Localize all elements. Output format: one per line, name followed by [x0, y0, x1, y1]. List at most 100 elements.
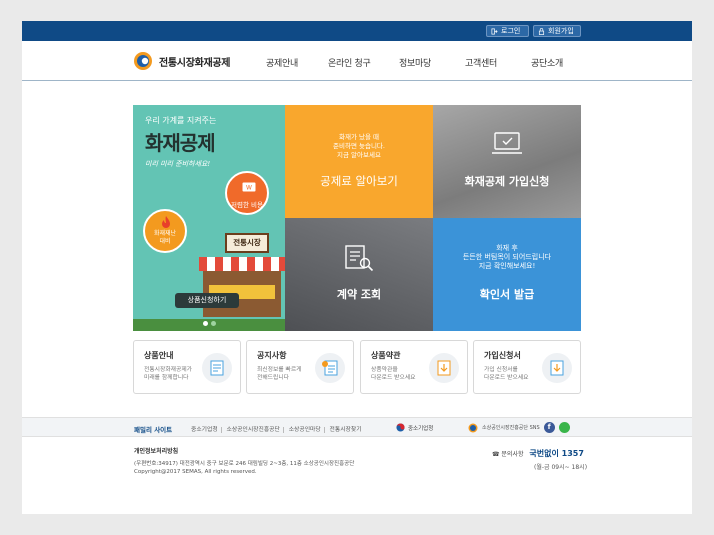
card-desc: 상품약관을 다운로드 받으세요	[371, 367, 416, 381]
contact-number: 국번없이 1357	[529, 449, 584, 458]
contact-info: ☎ 문의사항 국번없이 1357	[492, 448, 584, 459]
svg-text:W: W	[246, 185, 252, 192]
site-footer: 개인정보처리방침 (우편번호:34917) 대전광역시 중구 보문로 246 대…	[22, 438, 692, 514]
facebook-icon[interactable]: f	[543, 422, 555, 433]
lock-icon	[538, 27, 545, 35]
fire-badge-line1: 화재재난	[153, 230, 177, 237]
top-utility-bar: 로그인 회원가입	[22, 21, 692, 41]
card-title: 상품약관	[371, 351, 401, 360]
chat-icon[interactable]	[558, 422, 570, 433]
apply-tile-title: 화재공제 가입신청	[464, 175, 550, 188]
login-button[interactable]: 로그인	[486, 25, 529, 37]
login-icon	[491, 28, 498, 34]
premium-info-copy: 화재가 났을 때 준비하면 늦습니다. 지금 알아보세요	[285, 133, 433, 160]
family-link-smba[interactable]: 중소기업청	[188, 427, 222, 433]
nav-product-guide[interactable]: 공제안내	[266, 56, 298, 69]
card-desc: 가입 신청서를 다운로드 받으세요	[484, 367, 529, 381]
card-desc: 최신정보를 빠르게 전해드립니다	[257, 367, 302, 381]
card-title: 공지사항	[257, 351, 287, 360]
card-application-form[interactable]: 가입신청서 가입 신청서를 다운로드 받으세요	[473, 340, 581, 394]
card-notice[interactable]: 공지사항 최신정보를 빠르게 전해드립니다	[246, 340, 354, 394]
promo-handwritten: 미리 미리 준비하세요!	[145, 160, 211, 168]
shop-sign: 전통시장	[225, 233, 269, 253]
download-doc-icon	[437, 360, 451, 376]
footer-address-block: (우편번호:34917) 대전광역시 중구 보문로 246 대림빌딩 2~3층,…	[134, 460, 354, 476]
family-site-links: 중소기업청 소상공인시장진흥공단 소상공인마당 전통시장찾기	[188, 424, 365, 433]
awning	[199, 257, 285, 271]
product-apply-button[interactable]: 상품신청하기	[175, 293, 239, 308]
hero-grid: 우리 가계를 지켜주는 화재공제 미리 미리 준비하세요! W 저렴한 비용 화…	[133, 105, 581, 331]
card-product-guide[interactable]: 상품안내 전통시장화재공제가 미래를 함께합니다	[133, 340, 241, 394]
fire-badge-label: 화재재난 대비	[145, 230, 185, 246]
certificate-title: 확인서 발급	[479, 288, 535, 301]
card-desc: 전통시장화재공제가 미래를 함께합니다	[144, 367, 192, 381]
contact-label: 문의사항	[501, 451, 524, 458]
certificate-copy-line3: 지금 확인해보세요!	[478, 262, 536, 270]
quick-links: 상품안내 전통시장화재공제가 미래를 함께합니다 공지사항 최신정보를 빠르게 전해…	[133, 340, 581, 394]
cost-badge-label: 저렴한 비용	[231, 201, 263, 209]
site-header: 전통시장화재공제 공제안내 온라인 청구 정보마당 고객센터 공단소개	[22, 41, 692, 81]
cost-badge: W 저렴한 비용	[225, 171, 269, 215]
family-site-title: 패밀리 사이트	[134, 426, 173, 434]
signup-button[interactable]: 회원가입	[533, 25, 581, 37]
taegeuk-icon	[396, 423, 405, 432]
nav-about[interactable]: 공단소개	[531, 56, 563, 69]
slider-dot-active[interactable]	[203, 321, 208, 326]
slider-dot[interactable]	[211, 321, 216, 326]
privacy-policy-link[interactable]: 개인정보처리방침	[134, 446, 178, 455]
fire-badge: 화재재난 대비	[143, 209, 187, 253]
certificate-copy-line1: 화재 후	[496, 244, 518, 252]
flame-icon	[162, 216, 170, 228]
signup-label: 회원가입	[548, 27, 574, 35]
card-icon-bg	[429, 353, 459, 383]
card-terms[interactable]: 상품약관 상품약관을 다운로드 받으세요	[360, 340, 468, 394]
agency-label: 중소기업청	[408, 425, 434, 432]
site-logo[interactable]: 전통시장화재공제	[132, 51, 231, 71]
card-title: 가입신청서	[484, 351, 521, 360]
document-icon	[210, 360, 224, 376]
logo-emblem-icon	[134, 52, 152, 70]
footer-copyright: Copyright@2017 SEMAS, All rights reserve…	[134, 469, 257, 475]
nav-online-claim[interactable]: 온라인 청구	[328, 56, 371, 69]
contract-lookup-tile[interactable]: 계약 조회	[285, 218, 433, 331]
laptop-check-icon	[492, 132, 522, 154]
contact-hours: (월-금 09시~ 18시)	[534, 464, 588, 471]
nav-info[interactable]: 정보마당	[399, 56, 431, 69]
apply-tile[interactable]: 화재공제 가입신청	[433, 105, 581, 218]
fire-badge-line2: 대비	[159, 238, 171, 245]
apply-tile-bg	[433, 105, 581, 218]
money-icon: W	[242, 182, 256, 192]
card-icon-bg	[202, 353, 232, 383]
family-link-sbiz[interactable]: 소상공인마당	[285, 427, 325, 433]
promo-tagline: 우리 가계를 지켜주는	[145, 116, 217, 125]
sns-links: 소상공인시장진흥공단 SNS f	[468, 422, 570, 433]
premium-copy-line3: 지금 알아보세요	[337, 151, 381, 159]
card-icon-bg	[315, 353, 345, 383]
footer-address: (우편번호:34917) 대전광역시 중구 보문로 246 대림빌딩 2~3층,…	[134, 461, 355, 467]
agency-logo[interactable]: 중소기업청	[396, 423, 433, 432]
notice-icon	[322, 360, 338, 376]
login-label: 로그인	[501, 27, 521, 35]
promo-tile[interactable]: 우리 가계를 지켜주는 화재공제 미리 미리 준비하세요! W 저렴한 비용 화…	[133, 105, 285, 331]
sns-label: 소상공인시장진흥공단 SNS	[482, 425, 540, 431]
slider-dots[interactable]	[203, 321, 216, 326]
contract-tile-bg	[285, 218, 433, 331]
semas-logo-icon	[468, 423, 478, 432]
promo-title: 화재공제	[145, 131, 216, 155]
card-title: 상품안내	[144, 351, 174, 360]
certificate-copy: 화재 후 든든한 버팀목이 되어드립니다 지금 확인해보세요!	[433, 244, 581, 271]
premium-copy-line2: 준비하면 늦습니다.	[333, 142, 385, 150]
nav-customer-center[interactable]: 고객센터	[465, 56, 497, 69]
premium-info-tile[interactable]: 화재가 났을 때 준비하면 늦습니다. 지금 알아보세요 공제료 알아보기	[285, 105, 433, 218]
family-link-semas[interactable]: 소상공인시장진흥공단	[223, 427, 284, 433]
phone-icon: ☎	[492, 451, 500, 458]
contract-lookup-title: 계약 조회	[336, 288, 382, 301]
premium-copy-line1: 화재가 났을 때	[338, 133, 379, 141]
family-link-market-finder[interactable]: 전통시장찾기	[327, 427, 365, 433]
family-site-bar: 패밀리 사이트 중소기업청 소상공인시장진흥공단 소상공인마당 전통시장찾기 중…	[22, 417, 692, 437]
premium-info-title: 공제료 알아보기	[320, 174, 398, 188]
certificate-tile[interactable]: 화재 후 든든한 버팀목이 되어드립니다 지금 확인해보세요! 확인서 발급	[433, 218, 581, 331]
document-search-icon	[345, 245, 374, 272]
certificate-copy-line2: 든든한 버팀목이 되어드립니다	[462, 253, 552, 261]
logo-text: 전통시장화재공제	[159, 57, 231, 69]
